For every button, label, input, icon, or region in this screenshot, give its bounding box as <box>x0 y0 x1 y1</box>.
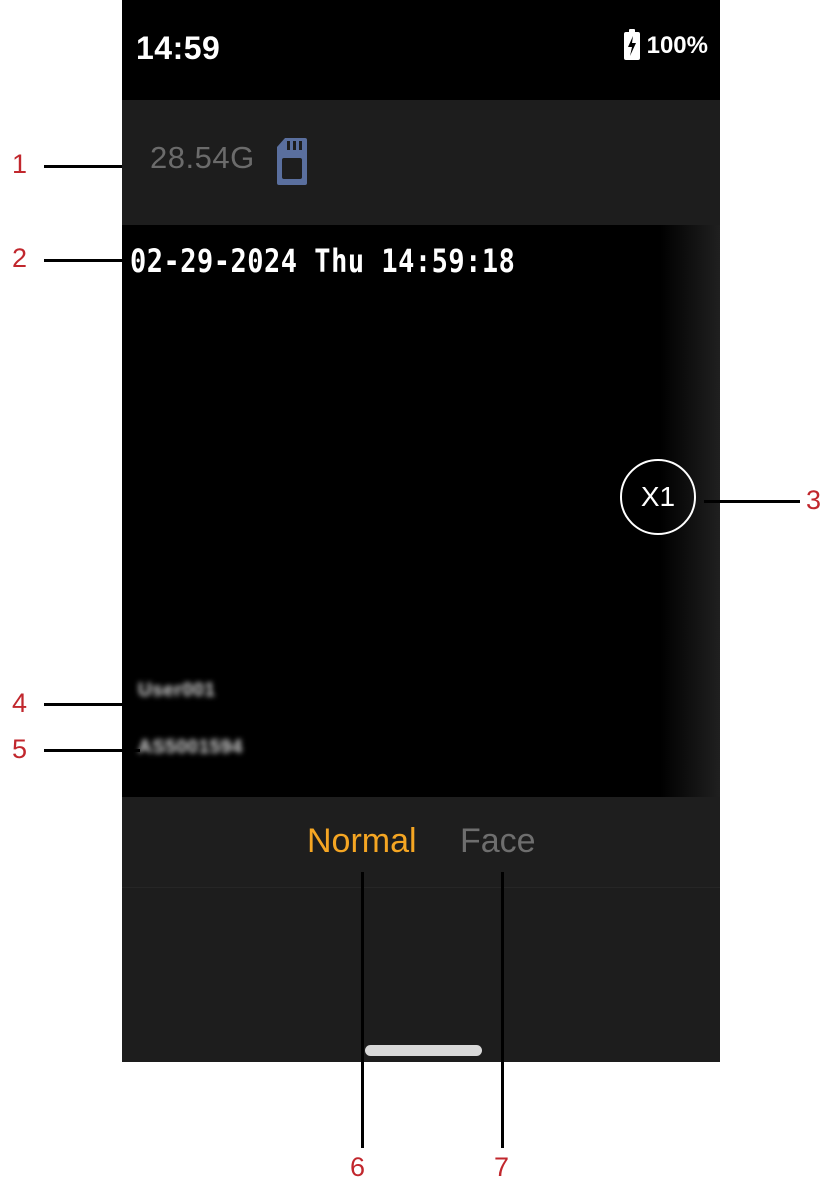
callout-number-2: 2 <box>12 243 28 273</box>
zoom-button[interactable]: X1 <box>620 459 696 535</box>
callout-line-4 <box>44 703 140 706</box>
callout-line-3 <box>704 500 800 503</box>
callout-line-6 <box>361 872 364 1148</box>
sd-card-icon <box>276 136 308 191</box>
battery-percent: 100% <box>646 32 708 59</box>
callout-number-6: 6 <box>350 1152 366 1182</box>
mode-selector: Normal Face <box>122 797 720 888</box>
camera-screen: 14:59 100% 28.54G 02-29-2024 Thu 14:59:1… <box>122 0 720 1062</box>
battery-status: 100% <box>623 29 708 60</box>
bottom-panel <box>122 888 720 1062</box>
callout-number-3: 3 <box>806 485 822 515</box>
osd-datetime: 02-29-2024 Thu 14:59:18 <box>130 243 516 281</box>
storage-free-space: 28.54G <box>150 140 255 175</box>
mode-normal-tab[interactable]: Normal <box>307 822 417 861</box>
status-time: 14:59 <box>136 30 221 66</box>
osd-user-name: User001 <box>138 680 216 701</box>
callout-line-5 <box>44 749 140 752</box>
camera-preview: 02-29-2024 Thu 14:59:18 X1 User001 AS500… <box>122 225 720 797</box>
callout-line-7 <box>501 872 504 1148</box>
status-bar: 14:59 100% <box>122 0 720 100</box>
osd-device-id: AS5001594 <box>138 737 243 758</box>
callout-number-4: 4 <box>12 688 28 718</box>
callout-line-1 <box>44 165 122 168</box>
home-indicator[interactable] <box>365 1045 482 1056</box>
callout-number-7: 7 <box>494 1152 510 1182</box>
callout-number-5: 5 <box>12 734 28 764</box>
callout-number-1: 1 <box>12 149 28 179</box>
battery-charging-icon <box>623 29 640 60</box>
callout-line-2 <box>44 259 128 262</box>
mode-face-tab[interactable]: Face <box>460 822 536 861</box>
